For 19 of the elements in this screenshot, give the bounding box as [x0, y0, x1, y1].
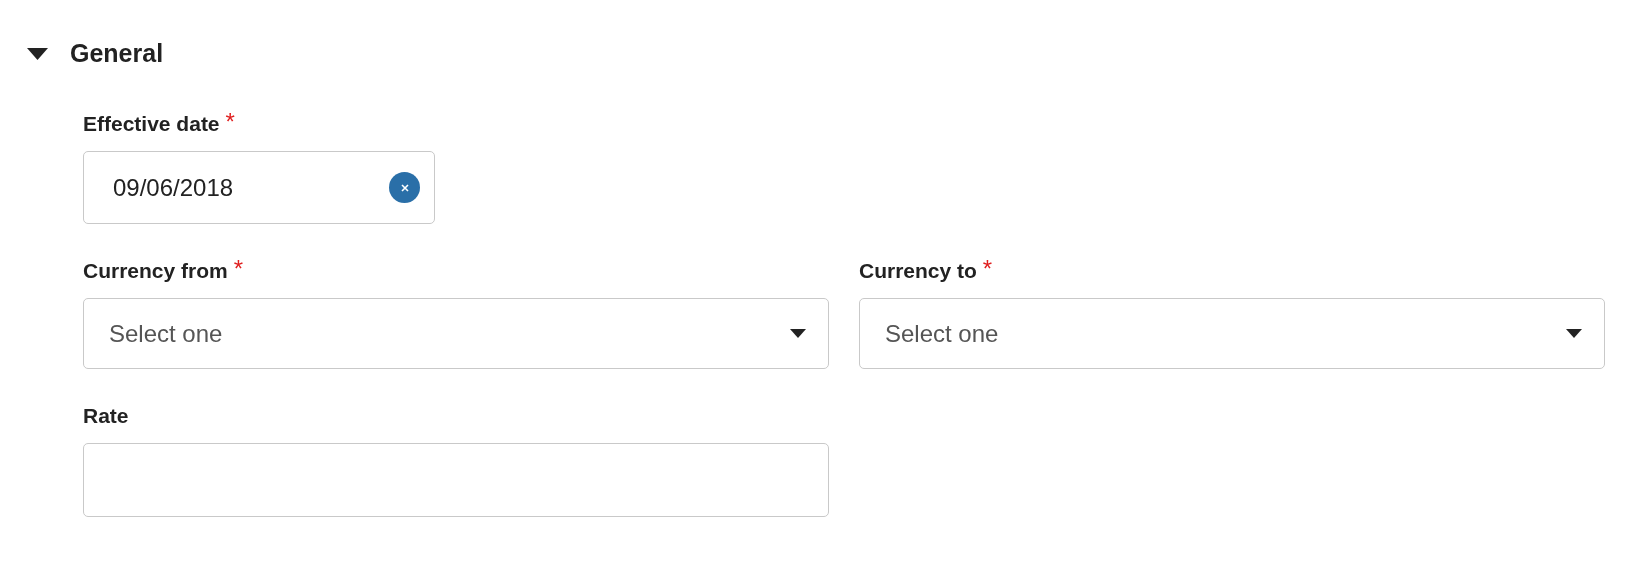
field-label: Effective date: [83, 111, 220, 137]
date-value: 09/06/2018: [113, 172, 235, 203]
select-placeholder: Select one: [885, 318, 1000, 349]
field-label: Currency from: [83, 258, 228, 284]
required-marker: *: [225, 111, 235, 133]
select-field[interactable]: Select one: [83, 298, 829, 369]
field-label: Rate: [83, 403, 129, 429]
required-marker: *: [982, 258, 993, 280]
caret-icon: [790, 329, 806, 338]
caret-icon: [1566, 329, 1582, 338]
select-field[interactable]: Select one: [859, 298, 1605, 369]
required-marker: *: [233, 258, 244, 280]
close-icon: [399, 182, 410, 193]
date-field[interactable]: 09/06/2018: [83, 151, 435, 224]
clear-button[interactable]: [389, 172, 420, 203]
field-label: Currency to: [859, 258, 977, 284]
section-toggle[interactable]: General: [27, 39, 164, 69]
input-field[interactable]: [83, 443, 829, 517]
select-placeholder: Select one: [109, 318, 224, 349]
